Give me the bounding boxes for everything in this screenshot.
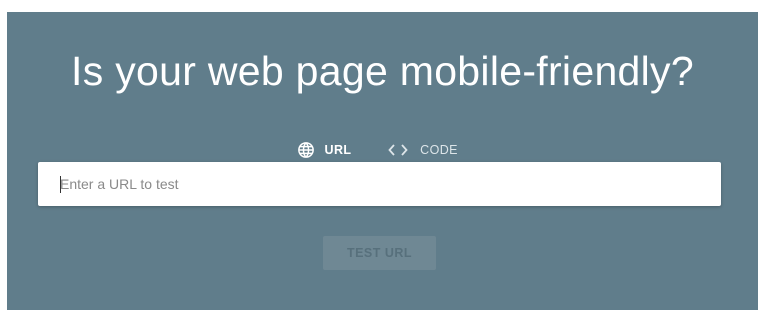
main-panel: Is your web page mobile-friendly? URL CO… [7, 12, 758, 310]
code-icon [388, 143, 408, 157]
text-cursor [60, 176, 61, 193]
globe-icon [297, 141, 315, 159]
tab-code-label: CODE [420, 143, 458, 157]
url-input[interactable] [38, 162, 721, 206]
page-title: Is your web page mobile-friendly? [71, 48, 694, 94]
tab-url-label: URL [324, 143, 352, 157]
test-url-button[interactable]: TEST URL [323, 236, 436, 270]
